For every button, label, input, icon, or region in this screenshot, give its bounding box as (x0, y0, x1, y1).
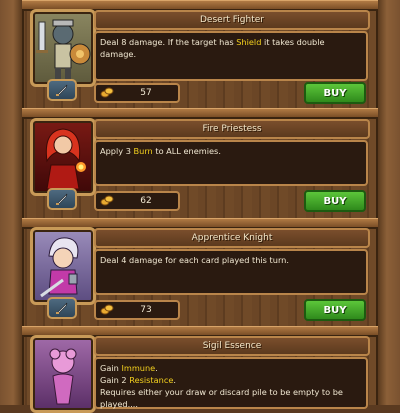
price-tag: 73 (94, 300, 180, 320)
keyword-immune: Immune (121, 363, 156, 373)
buy-button[interactable]: BUY (304, 82, 366, 104)
card-description: Deal 4 damage for each card played this … (94, 249, 368, 295)
description-text: Deal 8 damage. If the target has (100, 37, 237, 47)
buy-button[interactable]: BUY (304, 190, 366, 212)
keyword-burn: Burn (133, 146, 153, 156)
card-portrait[interactable] (30, 9, 96, 87)
card-name: Fire Priestess (94, 119, 370, 139)
shop-item-sigil-essence: Sigil Essence Gain Immune. Gain 2 Resist… (24, 335, 376, 413)
left-frame (0, 0, 24, 405)
price-tag: 62 (94, 191, 180, 211)
description-line: Gain 2 Resistance. (100, 374, 362, 386)
price-value: 57 (140, 88, 152, 98)
card-name: Desert Fighter (94, 10, 370, 30)
card-portrait[interactable] (30, 118, 96, 196)
price-value: 62 (140, 196, 152, 206)
shop-item-fire-priestess: Fire Priestess Apply 3 Burn to ALL enemi… (24, 118, 376, 216)
description-text: Gain (100, 363, 122, 373)
description-line: Requires either your draw or discard pil… (100, 387, 343, 409)
gold-coin-icon (100, 194, 114, 209)
card-description: Deal 8 damage. If the target has Shield … (94, 31, 368, 81)
card-name: Sigil Essence (94, 336, 370, 356)
price-tag: 57 (94, 83, 180, 103)
sword-icon (47, 79, 77, 101)
gold-coin-icon (100, 86, 114, 101)
description-line: Gain Immune. (100, 362, 362, 374)
shop-item-apprentice-knight: Apprentice Knight Deal 4 damage for each… (24, 227, 376, 325)
keyword-resistance: Resistance (129, 375, 174, 385)
card-portrait[interactable] (30, 227, 96, 305)
price-value: 73 (140, 305, 152, 315)
description-text: Apply 3 (100, 146, 134, 156)
sword-icon (47, 297, 77, 319)
keyword-shield: Shield (236, 37, 262, 47)
right-frame (376, 0, 400, 405)
description-text: Gain 2 (100, 375, 130, 385)
card-portrait[interactable] (30, 335, 96, 413)
card-description: Apply 3 Burn to ALL enemies. (94, 140, 368, 186)
shop-item-desert-fighter: Desert Fighter Deal 8 damage. If the tar… (24, 9, 376, 107)
sword-icon (47, 188, 77, 210)
description-text: . (155, 363, 158, 373)
card-description: Gain Immune. Gain 2 Resistance. Requires… (94, 357, 368, 409)
buy-button[interactable]: BUY (304, 299, 366, 321)
description-text: . (173, 375, 176, 385)
gold-coin-icon (100, 303, 114, 318)
description-text: to ALL enemies. (152, 146, 221, 156)
card-name: Apprentice Knight (94, 228, 370, 248)
